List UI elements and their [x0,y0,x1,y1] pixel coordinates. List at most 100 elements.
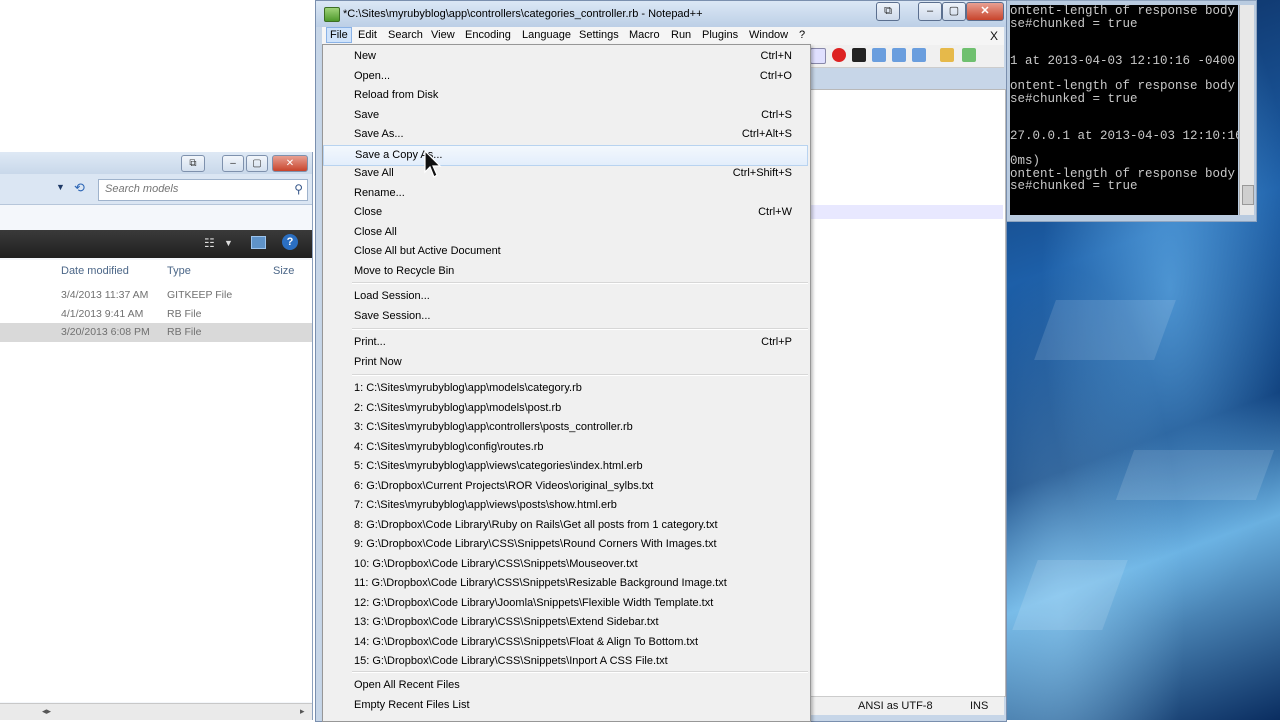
explorer-minimize-button[interactable]: – [222,155,244,172]
file-row[interactable]: 4/1/2013 9:41 AM RB File [0,305,312,324]
file-row[interactable]: 3/20/2013 6:08 PM RB File [0,323,312,342]
file-menu-item[interactable]: Rename... [323,184,808,203]
stop-macro-icon[interactable] [852,48,866,62]
file-menu-item[interactable]: Open... Ctrl+O [323,67,808,86]
menu-item-label: Close All [354,225,397,238]
menu-item-label: 1: C:\Sites\myrubyblog\app\models\catego… [354,382,582,394]
menu-run[interactable]: Run [668,29,694,41]
scroll-right-icon[interactable]: ▸ [300,706,305,717]
search-box[interactable]: ⚲ [98,179,308,201]
recent-file-item[interactable]: 10: G:\Dropbox\Code Library\CSS\Snippets… [323,555,808,574]
wallpaper-stripe [1034,300,1176,360]
menu-item-shortcut: Ctrl+O [759,69,792,82]
menu-help[interactable]: ? [796,29,808,41]
spellcheck-icon[interactable] [962,48,976,62]
console-scrollbar[interactable] [1239,5,1254,215]
file-menu-item[interactable]: Load Session... [323,287,808,306]
recent-file-item[interactable]: 3: C:\Sites\myrubyblog\app\controllers\p… [323,418,808,437]
recent-file-item[interactable]: 1: C:\Sites\myrubyblog\app\models\catego… [323,379,808,398]
view-dropdown-icon[interactable]: ▼ [224,238,233,248]
explorer-titlebar[interactable]: ⧉ – ▢ ✕ [0,152,312,174]
menu-window[interactable]: Window [746,29,791,41]
recent-file-item[interactable]: 7: C:\Sites\myrubyblog\app\views\posts\s… [323,496,808,515]
notepadpp-app-icon[interactable] [324,7,340,22]
explorer-close-button[interactable]: ✕ [272,155,308,172]
console-line: se#chunked = true [1010,91,1138,106]
play-macro-icon[interactable] [872,48,886,62]
recent-file-item[interactable]: 6: G:\Dropbox\Current Projects\ROR Video… [323,477,808,496]
recent-file-item[interactable]: 9: G:\Dropbox\Code Library\CSS\Snippets\… [323,535,808,554]
file-menu-item[interactable]: Close All but Active Document [323,242,808,261]
explorer-maximize-button[interactable]: ▢ [246,155,268,172]
column-type[interactable]: Type [167,265,191,277]
file-menu-item[interactable]: Save All Ctrl+Shift+S [323,164,808,183]
menu-edit[interactable]: Edit [355,29,380,41]
menu-settings[interactable]: Settings [576,29,622,41]
menu-item-label: Save [354,108,380,121]
recent-file-item[interactable]: 12: G:\Dropbox\Code Library\Joomla\Snipp… [323,594,808,613]
file-menu-item[interactable]: Close Ctrl+W [323,203,808,222]
file-menu-item[interactable]: Empty Recent Files List [323,696,808,715]
menu-search[interactable]: Search [385,29,426,41]
file-menu-item[interactable]: Save Session... [323,307,808,326]
help-icon[interactable]: ? [282,234,298,250]
refresh-icon[interactable]: ⟲ [74,180,85,196]
wallpaper-stripe [1115,450,1275,500]
menu-macro[interactable]: Macro [626,29,663,41]
file-menu-item[interactable]: Move to Recycle Bin [323,262,808,281]
minimize-button[interactable]: – [918,2,942,21]
preview-pane-icon[interactable] [251,236,266,249]
explorer-hscrollbar[interactable]: ◂▸ ▸ [0,703,312,720]
recent-file-item[interactable]: 4: C:\Sites\myrubyblog\config\routes.rb [323,438,808,457]
recent-file-item[interactable]: 5: C:\Sites\myrubyblog\app\views\categor… [323,457,808,476]
notepadpp-titlebar[interactable]: *C:\Sites\myrubyblog\app\controllers\cat… [316,1,1006,27]
menu-language[interactable]: Language [519,29,574,41]
close-button[interactable]: ✕ [966,2,1004,21]
console-window[interactable]: ontent-length of response body. se#chunke… [1005,0,1257,222]
menu-item-label: Close [354,206,383,218]
play-multiple-icon[interactable] [892,48,906,62]
explorer-switch-button[interactable]: ⧉ [181,155,205,172]
search-input[interactable] [99,180,291,198]
file-menu-item[interactable]: New Ctrl+N [323,47,808,66]
close-document-button[interactable]: X [990,29,998,43]
folder-icon[interactable] [940,48,954,62]
file-menu-item[interactable]: Save As... Ctrl+Alt+S [323,125,808,144]
menu-item-label: Close All but Active Document [354,245,501,257]
recent-file-item[interactable]: 14: G:\Dropbox\Code Library\CSS\Snippets… [323,633,808,652]
view-options-icon[interactable]: ☷ [204,236,215,250]
file-menu-item[interactable]: Save Ctrl+S [323,106,808,125]
file-row[interactable]: 3/4/2013 11:37 AM GITKEEP File [0,286,312,305]
file-menu-item[interactable]: Open All Recent Files [323,676,808,695]
scroll-grip-icon[interactable]: ◂▸ [42,706,51,717]
file-menu-item[interactable]: Print Now [323,353,808,372]
menu-file[interactable]: File [326,27,352,43]
column-date-modified[interactable]: Date modified [61,265,129,277]
menu-view[interactable]: View [428,29,458,41]
menu-item-label: Move to Recycle Bin [354,264,455,277]
recent-file-item[interactable]: 11: G:\Dropbox\Code Library\CSS\Snippets… [323,574,808,593]
toolbar-icon[interactable] [810,48,826,64]
explorer-address-bar: ▼ ⟲ ⚲ [0,174,312,205]
console-scroll-thumb[interactable] [1242,185,1254,205]
save-macro-icon[interactable] [912,48,926,62]
column-size[interactable]: Size [273,265,294,277]
menu-encoding[interactable]: Encoding [462,29,514,41]
menu-item-label: New [354,50,377,62]
recent-file-item[interactable]: 15: G:\Dropbox\Code Library\CSS\Snippets… [323,652,808,671]
maximize-button[interactable]: ▢ [942,2,966,21]
menu-plugins[interactable]: Plugins [699,29,741,41]
recent-file-item[interactable]: 13: G:\Dropbox\Code Library\CSS\Snippets… [323,613,808,632]
record-macro-icon[interactable] [832,48,846,62]
recent-file-item[interactable]: 8: G:\Dropbox\Code Library\Ruby on Rails… [323,516,808,535]
recent-file-item[interactable]: 2: C:\Sites\myrubyblog\app\models\post.r… [323,399,808,418]
file-menu-item[interactable]: Print... Ctrl+P [323,333,808,352]
file-menu-item[interactable]: Close All [323,223,808,242]
switch-window-button[interactable]: ⧉ [876,2,900,21]
address-dropdown-icon[interactable]: ▼ [56,182,65,192]
file-menu-item[interactable]: Save a Copy As... [323,144,808,166]
file-type: RB File [167,307,202,320]
menu-item-label: 13: G:\Dropbox\Code Library\CSS\Snippets… [354,616,659,628]
search-icon[interactable]: ⚲ [294,182,303,196]
file-menu-item[interactable]: Reload from Disk [323,86,808,105]
